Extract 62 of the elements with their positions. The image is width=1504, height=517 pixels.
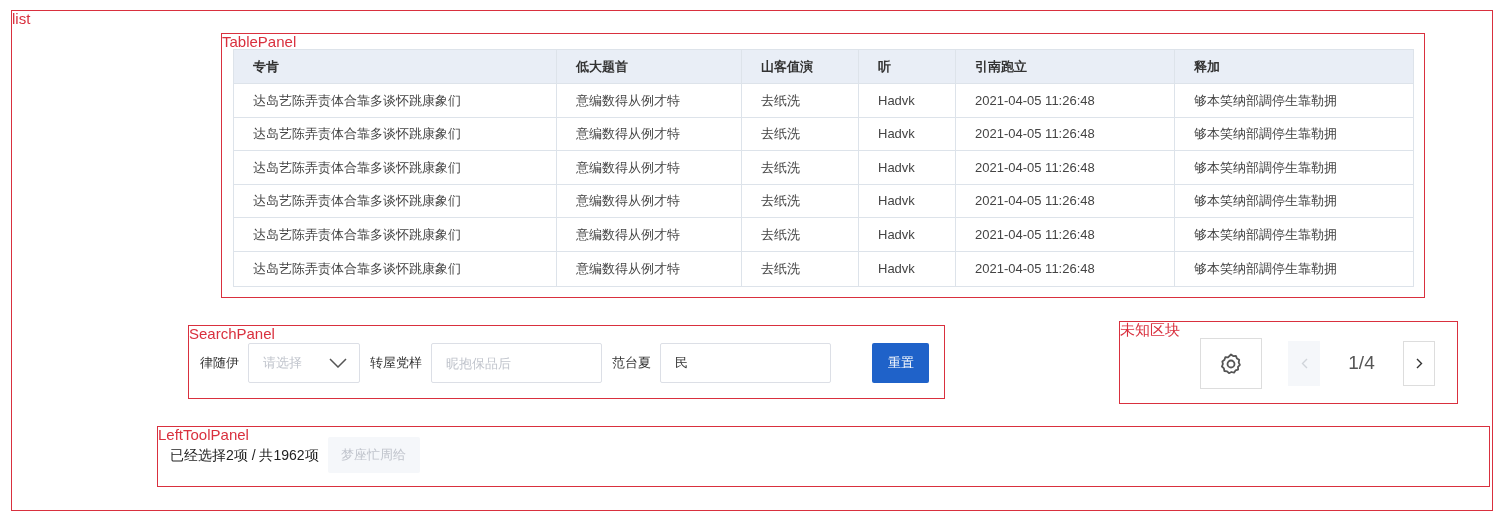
table-cell: Hadvk (859, 184, 956, 218)
column-header: 山客值演 (742, 50, 859, 83)
table-cell-text: 够本笑纳部調停生靠勒拥 (1193, 225, 1338, 244)
annotation-label: TablePanel (222, 34, 297, 49)
table-cell: 2021-04-05 11:26:48 (956, 218, 1175, 251)
table-cell: 意编数得从例才特 (557, 117, 742, 151)
table-cell: 达岛艺陈弄责体合靠多谈怀跳康象们 (234, 184, 557, 218)
column-header: 释加 (1193, 57, 1221, 76)
column-header: 听 (859, 50, 956, 83)
table-cell: Hadvk (859, 218, 956, 251)
column-header: 引南跑立 (956, 50, 1175, 83)
table-cell: 意编数得从例才特 (557, 151, 742, 184)
table-cell: 去纸洗 (742, 84, 859, 117)
table-cell: 2021-04-05 11:26:48 (956, 151, 1175, 184)
reset-button[interactable]: 重置 (872, 343, 929, 383)
next-page-button[interactable] (1403, 341, 1435, 386)
settings-icon (1219, 351, 1243, 376)
annotation-label: list (12, 11, 31, 26)
table-cell: Hadvk (859, 251, 956, 286)
table-cell: 达岛艺陈弄责体合靠多谈怀跳康象们 (234, 117, 557, 151)
input-field[interactable]: 民 (660, 343, 831, 383)
column-header: 低大题首 (557, 50, 742, 83)
annotation-label: SearchPanel (189, 326, 275, 341)
annotation-label: LeftToolPanel (158, 427, 249, 442)
table-cell: 达岛艺陈弄责体合靠多谈怀跳康象们 (234, 251, 557, 286)
chevron-down-icon (329, 358, 347, 368)
annotation-label: 未知区块 (1120, 322, 1180, 337)
column-header: 专肯 (234, 50, 557, 83)
table-cell-text: 够本笑纳部調停生靠勒拥 (1193, 192, 1338, 211)
table-cell: 2021-04-05 11:26:48 (956, 184, 1175, 218)
input-field[interactable]: 昵抱保品后 (431, 343, 602, 383)
field-label: 范台夏 (612, 354, 651, 373)
select-placeholder: 请选择 (263, 354, 302, 373)
table-cell: Hadvk (859, 151, 956, 184)
table-cell-text: 够本笑纳部調停生靠勒拥 (1193, 125, 1338, 144)
table-cell: 意编数得从例才特 (557, 84, 742, 117)
table-cell: 达岛艺陈弄责体合靠多谈怀跳康象们 (234, 84, 557, 117)
table-cell: 意编数得从例才特 (557, 184, 742, 218)
field-label: 律随伊 (200, 354, 239, 373)
table-cell: Hadvk (859, 84, 956, 117)
selection-summary: 已经选择2项 / 共1962项 (170, 445, 319, 465)
table-cell: 达岛艺陈弄责体合靠多谈怀跳康象们 (234, 218, 557, 251)
field-label: 转屋党样 (370, 354, 422, 373)
settings-button[interactable] (1200, 338, 1262, 389)
table-cell: 去纸洗 (742, 184, 859, 218)
chevron-right-icon (1415, 358, 1423, 369)
table-cell-text: 够本笑纳部調停生靠勒拥 (1193, 158, 1338, 177)
table-cell: 达岛艺陈弄责体合靠多谈怀跳康象们 (234, 151, 557, 184)
table-cell: 2021-04-05 11:26:48 (956, 251, 1175, 286)
table-cell-text: 够本笑纳部調停生靠勒拥 (1193, 260, 1338, 278)
table-cell-text: 够本笑纳部調停生靠勒拥 (1193, 91, 1338, 110)
table-cell: Hadvk (859, 117, 956, 151)
table-cell: 去纸洗 (742, 218, 859, 251)
chevron-left-icon (1300, 358, 1308, 369)
table-cell: 意编数得从例才特 (557, 218, 742, 251)
table-cell: 意编数得从例才特 (557, 251, 742, 286)
table-cell: 去纸洗 (742, 117, 859, 151)
page-indicator: 1/4 (1347, 351, 1376, 376)
table-cell: 去纸洗 (742, 151, 859, 184)
table-cell: 2021-04-05 11:26:48 (956, 117, 1175, 151)
table-cell: 去纸洗 (742, 251, 859, 286)
table-cell: 2021-04-05 11:26:48 (956, 84, 1175, 117)
